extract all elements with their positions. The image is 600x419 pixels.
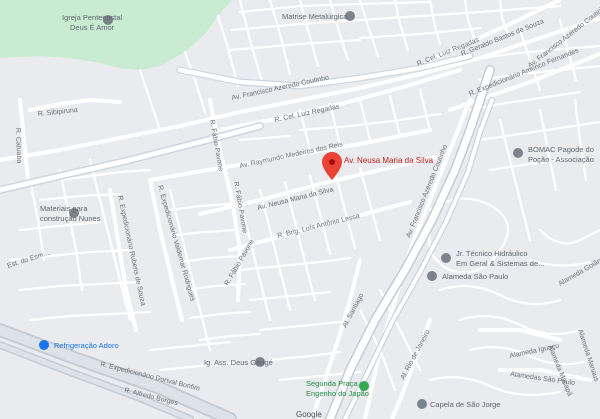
location-pin-label: Av. Neusa Maria da Silva bbox=[344, 156, 434, 165]
svg-text:Poção - Associação: Poção - Associação bbox=[528, 155, 594, 164]
svg-text:BOMAC Pagode do: BOMAC Pagode do bbox=[528, 145, 594, 154]
svg-text:Segunda Praça: Segunda Praça bbox=[306, 379, 359, 388]
svg-text:Alameda São Paulo: Alameda São Paulo bbox=[442, 272, 508, 281]
church-icon bbox=[417, 399, 427, 409]
google-logo: Google bbox=[296, 410, 322, 419]
svg-text:Deus É Amor: Deus É Amor bbox=[70, 23, 115, 32]
shop-icon bbox=[39, 340, 49, 350]
poi-assembleia[interactable]: Ig. Ass. Deus Gerigé bbox=[204, 357, 273, 367]
map-svg[interactable]: Av. Francisco Azeredo Coutinho R. Cel. L… bbox=[0, 0, 600, 419]
svg-text:Materiais para: Materiais para bbox=[40, 204, 88, 213]
svg-text:Matrise Metalúrgica: Matrise Metalúrgica bbox=[282, 12, 348, 21]
building-icon bbox=[513, 148, 523, 158]
svg-text:Igreja Pentecostal: Igreja Pentecostal bbox=[62, 13, 122, 22]
pin-icon bbox=[427, 271, 437, 281]
svg-text:Em Geral & Sistemas de...: Em Geral & Sistemas de... bbox=[456, 259, 544, 268]
map-canvas[interactable]: Av. Francisco Azeredo Coutinho R. Cel. L… bbox=[0, 0, 600, 419]
street-label-catuaba: R. Catuaba bbox=[14, 128, 22, 164]
poi-igreja[interactable]: Igreja Pentecostal Deus É Amor bbox=[62, 13, 122, 32]
svg-text:construção Nunes: construção Nunes bbox=[40, 214, 101, 223]
svg-text:Capela de São Jorge: Capela de São Jorge bbox=[430, 400, 500, 409]
poi-capela[interactable]: Capela de São Jorge bbox=[417, 399, 500, 409]
svg-text:Engenho do Japão: Engenho do Japão bbox=[306, 389, 369, 398]
svg-text:Jr. Técnico Hidráulico: Jr. Técnico Hidráulico bbox=[456, 249, 528, 258]
wrench-icon bbox=[441, 253, 451, 263]
poi-matrise[interactable]: Matrise Metalúrgica bbox=[282, 11, 355, 21]
svg-text:Refrigeração Adoro: Refrigeração Adoro bbox=[54, 341, 119, 350]
svg-text:Ig. Ass. Deus Gerigé: Ig. Ass. Deus Gerigé bbox=[204, 358, 273, 367]
